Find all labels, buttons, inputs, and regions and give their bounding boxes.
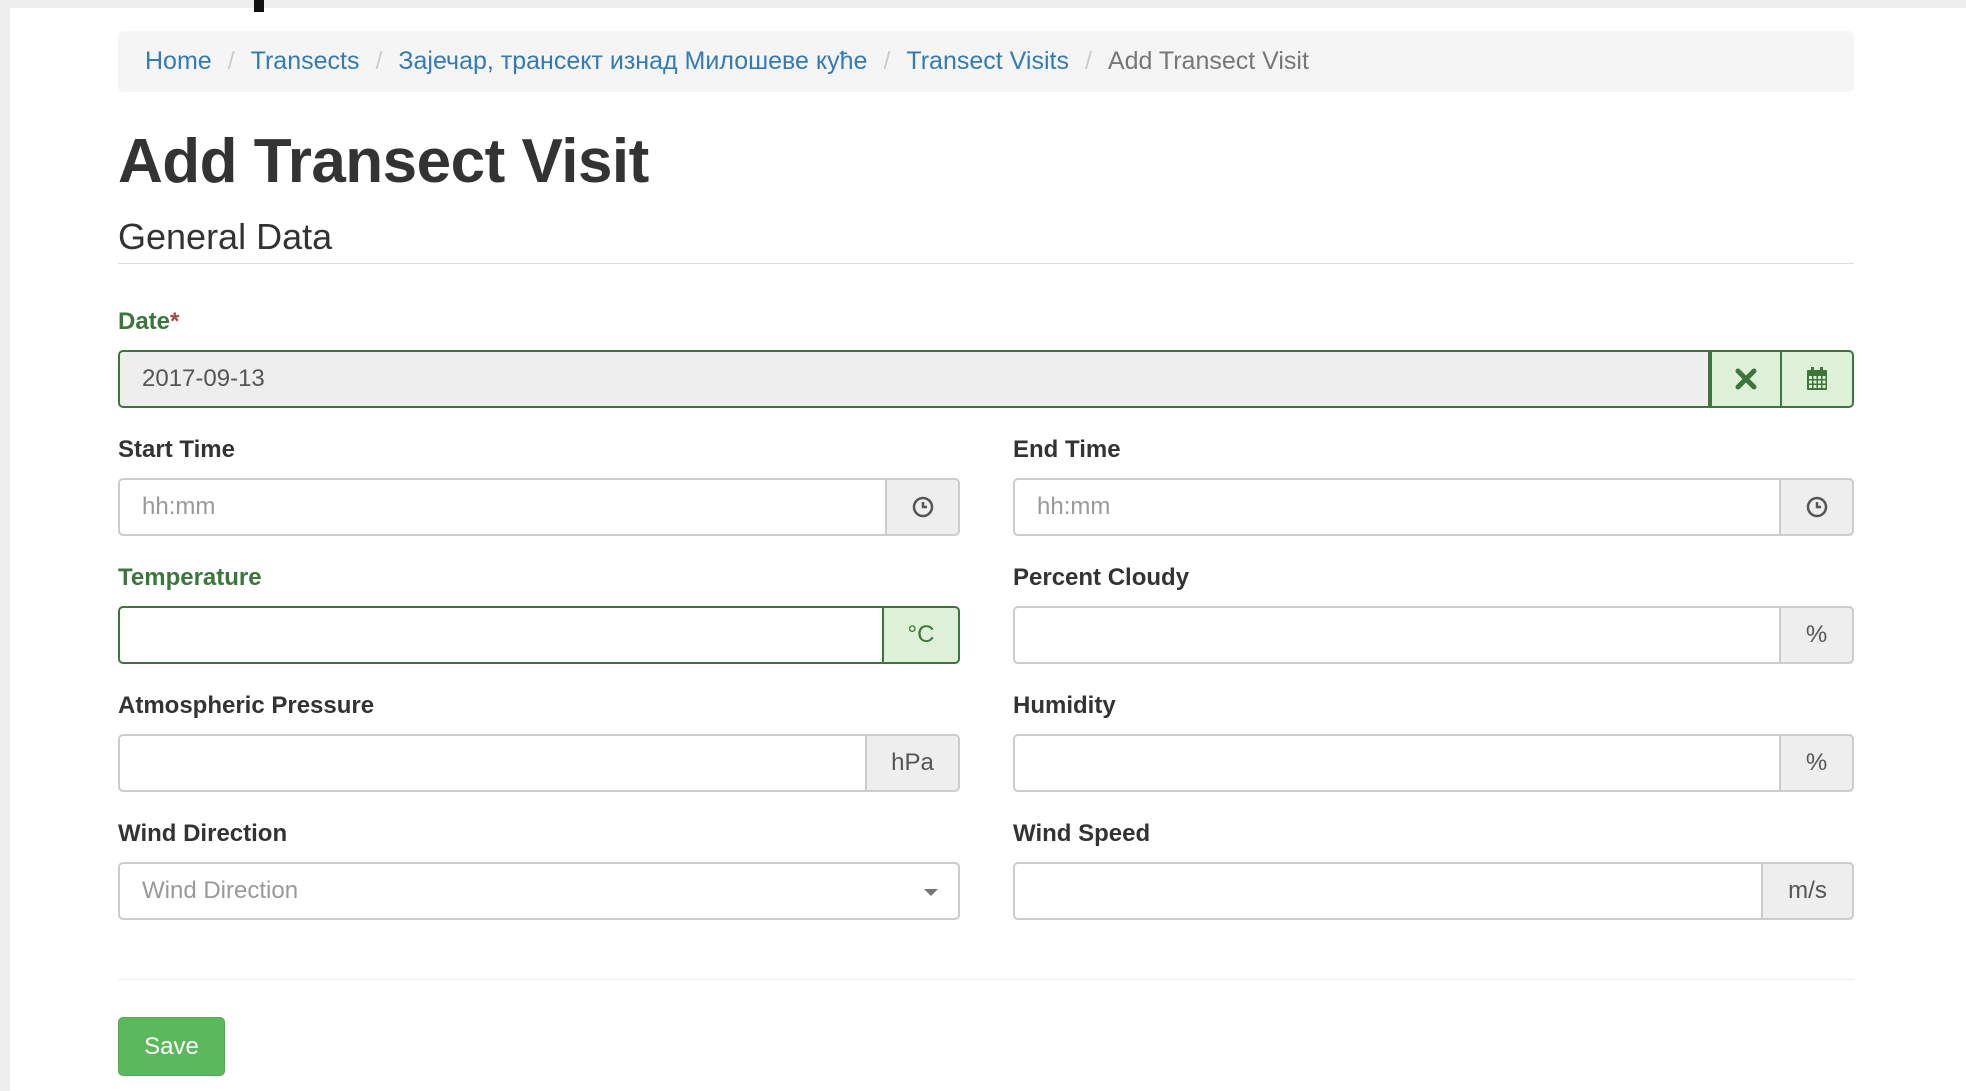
- wind-direction-placeholder: Wind Direction: [142, 877, 299, 904]
- date-input-group: 2017-09-13: [118, 350, 1854, 408]
- humidity-label: Humidity: [1013, 692, 1116, 719]
- date-label: Date*: [118, 308, 179, 336]
- section-title: General Data: [118, 216, 333, 257]
- date-clear-button[interactable]: [1710, 350, 1782, 408]
- breadcrumb: Home / Transects / Зајечар, трансект изн…: [118, 31, 1854, 92]
- wind-speed-unit: m/s: [1763, 862, 1854, 920]
- start-time-label: Start Time: [118, 436, 235, 463]
- percent-cloudy-field[interactable]: [1013, 606, 1781, 664]
- temperature-input-group: °C: [118, 606, 960, 664]
- breadcrumb-transects-link[interactable]: Transects: [251, 47, 360, 76]
- wind-direction-label: Wind Direction: [118, 820, 288, 847]
- end-time-label: End Time: [1013, 436, 1121, 463]
- end-time-placeholder: hh:mm: [1037, 493, 1111, 520]
- date-label-text: Date: [118, 308, 171, 335]
- section-divider: [118, 263, 1854, 264]
- wind-speed-label: Wind Speed: [1013, 820, 1151, 847]
- form-footer-divider: [118, 979, 1854, 980]
- breadcrumb-transect-link[interactable]: Зајечар, трансект изнад Милошеве куће: [398, 47, 867, 76]
- save-button[interactable]: Save: [118, 1017, 225, 1076]
- wind-direction-select[interactable]: Wind Direction: [118, 862, 960, 920]
- end-time-field[interactable]: hh:mm: [1013, 478, 1781, 536]
- chevron-down-icon: [924, 889, 938, 896]
- wind-speed-field[interactable]: [1013, 862, 1763, 920]
- clock-icon: [1806, 496, 1828, 518]
- breadcrumb-transect-visits-link[interactable]: Transect Visits: [906, 47, 1069, 76]
- end-time-input-group: hh:mm: [1013, 478, 1854, 536]
- temperature-unit: °C: [884, 606, 960, 664]
- end-time-picker-button[interactable]: [1781, 478, 1854, 536]
- breadcrumb-current: Add Transect Visit: [1107, 47, 1309, 75]
- start-time-field[interactable]: hh:mm: [118, 478, 887, 536]
- breadcrumb-separator: /: [883, 47, 891, 75]
- atmospheric-pressure-field[interactable]: [118, 734, 867, 792]
- atmospheric-pressure-input-group: hPa: [118, 734, 960, 792]
- wind-speed-input-group: m/s: [1013, 862, 1854, 920]
- main-container: Home / Transects / Зајечар, трансект изн…: [118, 8, 1854, 1076]
- clock-icon: [912, 496, 934, 518]
- page-title: Add Transect Visit: [118, 127, 649, 196]
- start-time-placeholder: hh:mm: [142, 493, 216, 520]
- percent-cloudy-label: Percent Cloudy: [1013, 564, 1190, 591]
- required-marker: *: [170, 308, 180, 335]
- page: Home / Transects / Зајечар, трансект изн…: [10, 0, 1966, 1091]
- date-field[interactable]: 2017-09-13: [118, 350, 1710, 408]
- temperature-label: Temperature: [118, 564, 262, 591]
- humidity-input-group: %: [1013, 734, 1854, 792]
- temperature-field[interactable]: [118, 606, 884, 664]
- calendar-icon: [1806, 367, 1828, 391]
- start-time-input-group: hh:mm: [118, 478, 960, 536]
- humidity-field[interactable]: [1013, 734, 1781, 792]
- breadcrumb-separator: /: [1084, 47, 1092, 75]
- breadcrumb-separator: /: [227, 47, 235, 75]
- humidity-unit: %: [1781, 734, 1854, 792]
- breadcrumb-home-link[interactable]: Home: [145, 47, 212, 76]
- percent-cloudy-input-group: %: [1013, 606, 1854, 664]
- start-time-picker-button[interactable]: [887, 478, 960, 536]
- percent-cloudy-unit: %: [1781, 606, 1854, 664]
- atmospheric-pressure-unit: hPa: [867, 734, 960, 792]
- times-icon: [1735, 368, 1757, 390]
- date-calendar-button[interactable]: [1782, 350, 1854, 408]
- breadcrumb-separator: /: [375, 47, 383, 75]
- atmospheric-pressure-label: Atmospheric Pressure: [118, 692, 375, 719]
